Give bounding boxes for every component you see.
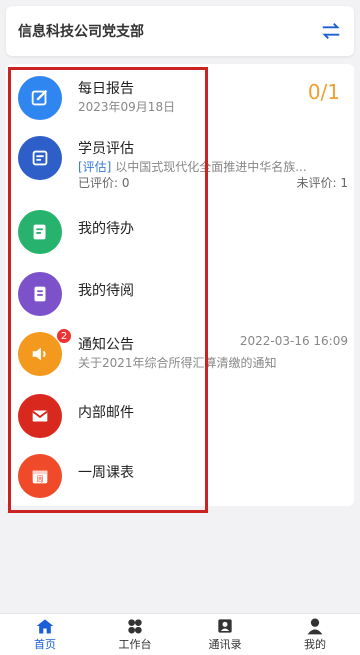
profile-icon: [307, 618, 323, 635]
document-icon: [18, 272, 62, 316]
tab-label: 通讯录: [208, 638, 242, 651]
contacts-icon: [218, 619, 232, 633]
report-count: 0/1: [307, 80, 340, 104]
item-title: 内部邮件: [78, 405, 134, 421]
item-title: 每日报告: [78, 81, 134, 97]
item-title: 我的待办: [78, 221, 134, 237]
list-item-mail[interactable]: 内部邮件: [6, 384, 354, 440]
switch-icon[interactable]: [320, 20, 342, 42]
home-icon: [36, 619, 54, 634]
org-title: 信息科技公司党支部: [18, 24, 144, 40]
calendar-icon: 周: [18, 454, 62, 498]
tab-label: 工作台: [118, 638, 152, 651]
not-evaluated-count: 未评价: 1: [296, 176, 349, 190]
function-card: 每日报告 2023年09月18日 0/1 学员评估 [评估] 以中国式现代化全面…: [6, 64, 354, 506]
mail-icon: [18, 394, 62, 438]
list-item-my-todo[interactable]: 我的待办: [6, 200, 354, 256]
bottom-tab-bar: 首页 工作台 通讯录 我的: [0, 613, 360, 655]
tab-home[interactable]: 首页: [0, 614, 90, 655]
list-item-notice[interactable]: 2 通知公告 2022-03-16 16:09 关于2021年综合所得汇算清缴的…: [6, 322, 354, 378]
item-title: 一周课表: [78, 465, 134, 481]
item-title: 学员评估: [78, 141, 134, 157]
header-bar: 信息科技公司党支部: [6, 6, 354, 56]
eval-stats: 已评价: 0 未评价: 1: [78, 174, 348, 191]
eval-text: 以中国式现代化全面推进中华名族...: [111, 160, 307, 174]
speaker-icon: [18, 332, 62, 376]
todo-icon: [18, 210, 62, 254]
item-title: 通知公告: [78, 337, 134, 353]
notice-subtitle: 关于2021年综合所得汇算清缴的通知: [78, 356, 277, 370]
evaluation-icon: [18, 136, 62, 180]
tab-profile[interactable]: 我的: [270, 614, 360, 655]
edit-icon: [18, 76, 62, 120]
list-item-my-read[interactable]: 我的待阅: [6, 262, 354, 318]
list-item-schedule[interactable]: 周 一周课表: [6, 444, 354, 500]
item-date: 2023年09月18日: [78, 100, 176, 114]
tab-label: 我的: [304, 638, 326, 651]
evaluated-count: 已评价: 0: [78, 176, 130, 190]
tab-label: 首页: [34, 638, 56, 651]
tab-workbench[interactable]: 工作台: [90, 614, 180, 655]
list-item-daily-report[interactable]: 每日报告 2023年09月18日 0/1: [6, 66, 354, 122]
notice-badge: 2: [56, 328, 72, 344]
item-title: 我的待阅: [78, 283, 134, 299]
workbench-icon: [128, 619, 142, 634]
calendar-icon-text: 周: [36, 475, 43, 484]
tab-contacts[interactable]: 通讯录: [180, 614, 270, 655]
list-item-student-eval[interactable]: 学员评估 [评估] 以中国式现代化全面推进中华名族... 已评价: 0 未评价:…: [6, 126, 354, 196]
notice-time: 2022-03-16 16:09: [239, 334, 348, 348]
eval-description: [评估] 以中国式现代化全面推进中华名族...: [78, 158, 348, 175]
eval-tag: [评估]: [78, 160, 112, 174]
